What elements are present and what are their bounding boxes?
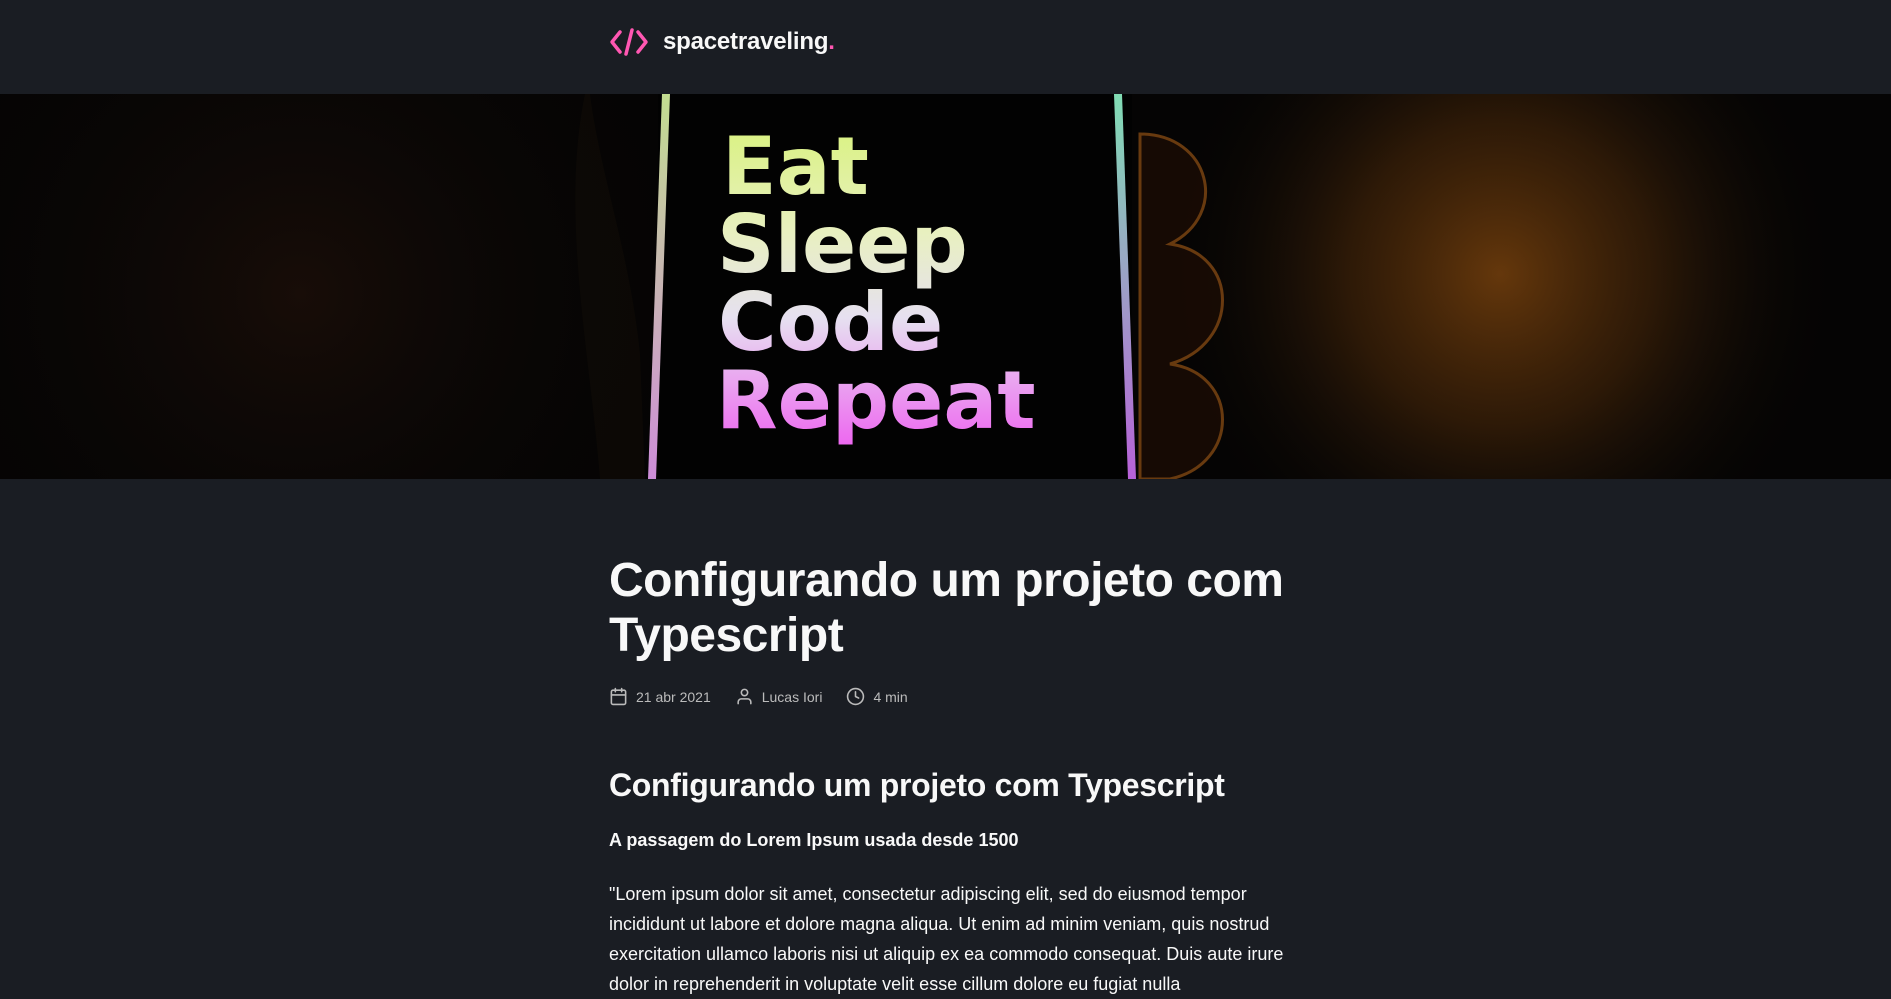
post-author-text: Lucas Iori [761,688,823,705]
brand-dot: . [828,28,835,55]
post-author: Lucas Iori [735,687,823,706]
post-title: Configurando um projeto com Typescript [609,554,1284,662]
post-article: Configurando um projeto com Typescript 2… [609,479,1289,999]
brand-logo[interactable]: spacetraveling. [609,26,835,58]
calendar-icon [610,687,627,706]
post-date-text: 21 abr 2021 [636,688,711,705]
post-reading-time: 4 min [846,687,908,706]
banner-text-line: Repeat [716,354,1036,447]
post-reading-time-text: 4 min [873,688,908,705]
code-brackets-icon [610,28,648,56]
post-banner-image: Eat Sleep Code Repeat [0,94,1891,479]
post-date: 21 abr 2021 [609,687,711,706]
brand-name: spacetraveling [663,28,829,55]
section-subheading: A passagem do Lorem Ipsum usada desde 15… [609,830,1019,850]
post-meta: 21 abr 2021 Lucas Iori 4 min [609,687,1289,706]
clock-icon [847,687,865,706]
site-header: spacetraveling. [0,0,1891,94]
section-heading: Configurando um projeto com Typescript [609,767,1225,803]
post-body-paragraph: "Lorem ipsum dolor sit amet, consectetur… [609,884,1284,994]
user-icon [737,688,752,705]
